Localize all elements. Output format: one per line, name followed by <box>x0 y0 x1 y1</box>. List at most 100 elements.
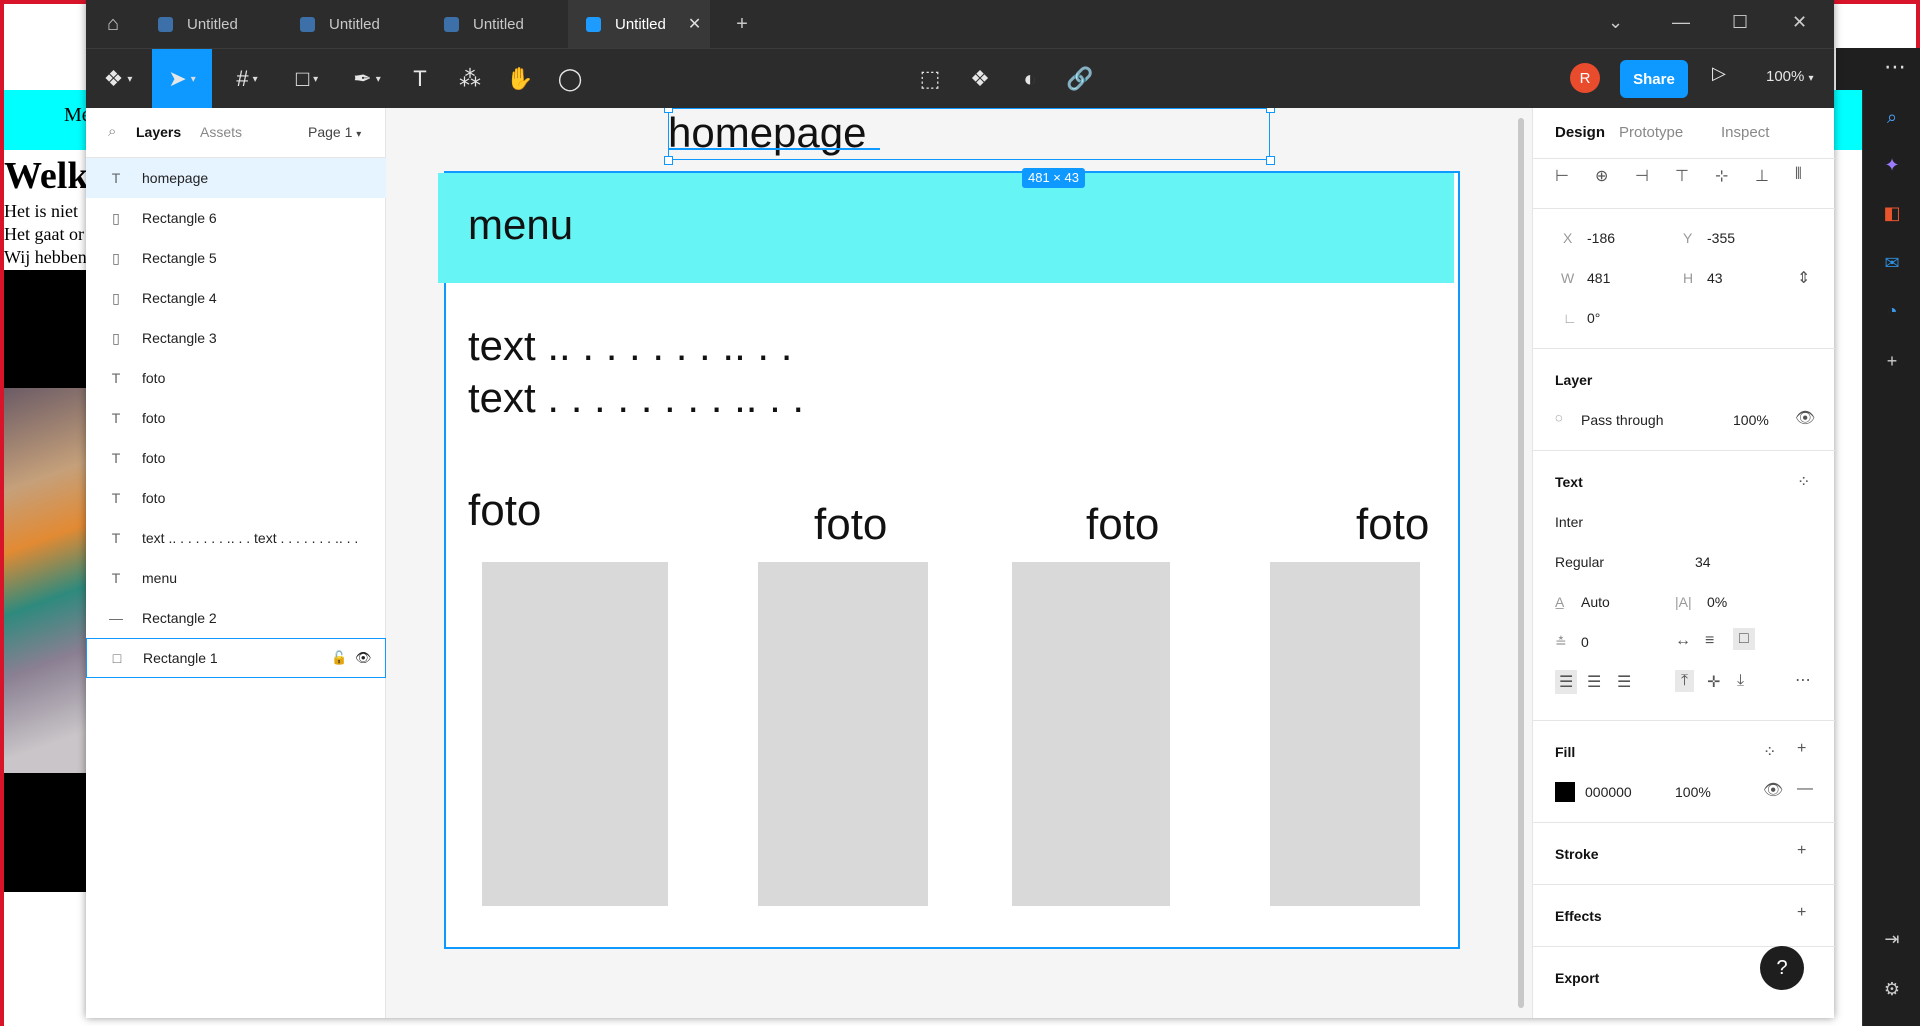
photo-placeholder-rectangle[interactable] <box>758 562 928 906</box>
frame-tool-button[interactable]: # ▾ <box>220 49 274 109</box>
search-icon[interactable]: ⌕ <box>108 123 116 140</box>
resize-handle[interactable] <box>1266 108 1275 113</box>
fixed-size-icon[interactable]: □ <box>1733 628 1755 650</box>
zoom-dropdown[interactable]: 100% ▾ <box>1766 68 1814 85</box>
hand-tool-button[interactable]: ✋ <box>498 49 542 109</box>
align-bottom-icon[interactable]: ⊥ <box>1755 166 1769 186</box>
foto-text-layer[interactable]: foto <box>468 486 541 536</box>
office-icon[interactable]: ◧ <box>1879 200 1905 226</box>
paragraph-spacing-input[interactable]: 0 <box>1581 634 1589 650</box>
foto-text-layer[interactable]: foto <box>1356 500 1429 550</box>
share-button[interactable]: Share <box>1620 60 1688 98</box>
tab-untitled-1[interactable]: Untitled <box>140 0 264 48</box>
layer-item[interactable]: Tmenu <box>86 558 386 598</box>
layer-item[interactable]: Tfoto <box>86 438 386 478</box>
line-height-input[interactable]: Auto <box>1581 594 1610 610</box>
layer-item[interactable]: ▯ Rectangle 6 <box>86 198 386 238</box>
tab-untitled-3[interactable]: Untitled <box>426 0 550 48</box>
y-input[interactable]: -355 <box>1707 230 1735 246</box>
settings-icon[interactable]: ⚙ <box>1879 976 1905 1002</box>
body-text-line[interactable]: text .. . . . . . . .. . . <box>468 322 792 370</box>
foto-text-layer[interactable]: foto <box>1086 500 1159 550</box>
align-left-icon[interactable]: ⊢ <box>1555 166 1569 186</box>
layer-item[interactable]: Tfoto <box>86 398 386 438</box>
layer-item[interactable]: ▯ Rectangle 4 <box>86 278 386 318</box>
eye-icon[interactable]: 👁 <box>1795 408 1815 428</box>
main-menu-button[interactable]: ❖ ▾ <box>86 49 150 109</box>
text-tool-button[interactable]: T <box>398 49 442 109</box>
letter-spacing-input[interactable]: 0% <box>1707 594 1727 610</box>
align-bottom-icon[interactable]: ⤓ <box>1737 672 1744 690</box>
resize-handle[interactable] <box>664 156 673 165</box>
layer-item[interactable]: ▯ Rectangle 3 <box>86 318 386 358</box>
auto-height-icon[interactable]: ≡ <box>1705 632 1714 650</box>
search-icon[interactable]: ⌕ <box>1879 104 1905 130</box>
height-input[interactable]: 43 <box>1707 270 1723 286</box>
create-component-button[interactable]: ❖ <box>960 49 1000 109</box>
align-top-icon[interactable]: ⊤ <box>1675 166 1689 186</box>
text-align-center-icon[interactable]: ☰ <box>1587 672 1601 692</box>
frame-selection-button[interactable]: ⬚ <box>910 49 950 109</box>
add-stroke-icon[interactable]: + <box>1797 842 1806 860</box>
fill-color-swatch[interactable] <box>1555 782 1575 802</box>
selection-box[interactable] <box>668 108 1270 160</box>
rotation-input[interactable]: 0° <box>1587 310 1600 326</box>
mask-button[interactable]: ◐ <box>1010 49 1050 109</box>
resize-handle[interactable] <box>664 108 673 113</box>
eye-icon[interactable]: 👁 <box>1763 780 1783 800</box>
remove-fill-icon[interactable]: — <box>1797 780 1813 798</box>
tab-assets[interactable]: Assets <box>200 124 242 140</box>
photo-placeholder-rectangle[interactable] <box>1012 562 1170 906</box>
layer-opacity-input[interactable]: 100% <box>1733 412 1769 428</box>
canvas[interactable]: menu homepage 481 × 43 text .. . . . . .… <box>386 108 1532 1018</box>
fill-styles-icon[interactable]: ⁘ <box>1763 742 1776 762</box>
resources-button[interactable]: ⁂ <box>448 49 492 109</box>
font-style-dropdown[interactable]: Regular <box>1555 554 1604 570</box>
copilot-icon[interactable]: ✦ <box>1879 152 1905 178</box>
fill-opacity-input[interactable]: 100% <box>1675 784 1711 800</box>
menu-rectangle[interactable] <box>438 173 1454 283</box>
tab-untitled-4[interactable]: Untitled ✕ <box>568 0 710 48</box>
add-fill-icon[interactable]: + <box>1797 740 1806 758</box>
layer-item[interactable]: Ttext .. . . . . . . .. . . text . . . .… <box>86 518 386 558</box>
align-middle-icon[interactable]: ✛ <box>1707 672 1720 692</box>
text-align-right-icon[interactable]: ☰ <box>1617 672 1631 692</box>
photo-placeholder-rectangle[interactable] <box>482 562 668 906</box>
text-align-left-icon[interactable]: ☰ <box>1555 670 1578 694</box>
tab-prototype[interactable]: Prototype <box>1619 124 1683 141</box>
tools-icon[interactable]: ◔ <box>1879 298 1905 324</box>
move-tool-button[interactable]: ➤ ▾ <box>152 49 212 109</box>
pen-tool-button[interactable]: ✒ ▾ <box>340 49 394 109</box>
align-middle-icon[interactable]: ⊹ <box>1715 166 1728 186</box>
close-window-icon[interactable]: ✕ <box>1792 12 1807 33</box>
link-button[interactable]: 🔗 <box>1060 49 1100 109</box>
tab-inspect[interactable]: Inspect <box>1721 124 1769 141</box>
font-family-dropdown[interactable]: Inter <box>1555 514 1583 530</box>
resize-handle[interactable] <box>1266 156 1275 165</box>
layer-item[interactable]: □ Rectangle 1 🔓 👁 <box>86 638 386 678</box>
more-options-icon[interactable]: ⋯ <box>1795 670 1811 690</box>
layer-item[interactable]: ▯ Rectangle 5 <box>86 238 386 278</box>
auto-width-icon[interactable]: ↔ <box>1675 632 1691 650</box>
distribute-icon[interactable]: ⫴ <box>1795 166 1802 184</box>
menu-text-layer[interactable]: menu <box>468 201 573 249</box>
layer-item[interactable]: Tfoto <box>86 358 386 398</box>
outlook-icon[interactable]: ✉ <box>1879 250 1905 276</box>
layer-item[interactable]: Thomepage <box>86 158 386 198</box>
fill-hex-input[interactable]: 000000 <box>1585 784 1632 800</box>
tab-layers[interactable]: Layers <box>136 124 181 140</box>
body-text-line[interactable]: text . . . . . . . . .. . . <box>468 374 804 422</box>
text-styles-icon[interactable]: ⁘ <box>1797 472 1810 492</box>
align-top-icon[interactable]: ⤒ <box>1675 670 1695 692</box>
layer-item[interactable]: Tfoto <box>86 478 386 518</box>
help-button[interactable]: ? <box>1760 946 1804 990</box>
font-size-input[interactable]: 34 <box>1695 554 1711 570</box>
tab-untitled-2[interactable]: Untitled <box>282 0 406 48</box>
layer-item[interactable]: — Rectangle 2 <box>86 598 386 638</box>
tab-design[interactable]: Design <box>1555 124 1605 141</box>
comment-tool-button[interactable]: ◯ <box>548 49 592 109</box>
add-effect-icon[interactable]: + <box>1797 904 1806 922</box>
maximize-icon[interactable]: ☐ <box>1732 12 1748 33</box>
chevron-down-icon[interactable]: ⌄ <box>1608 12 1623 33</box>
avatar[interactable]: R <box>1570 63 1600 93</box>
